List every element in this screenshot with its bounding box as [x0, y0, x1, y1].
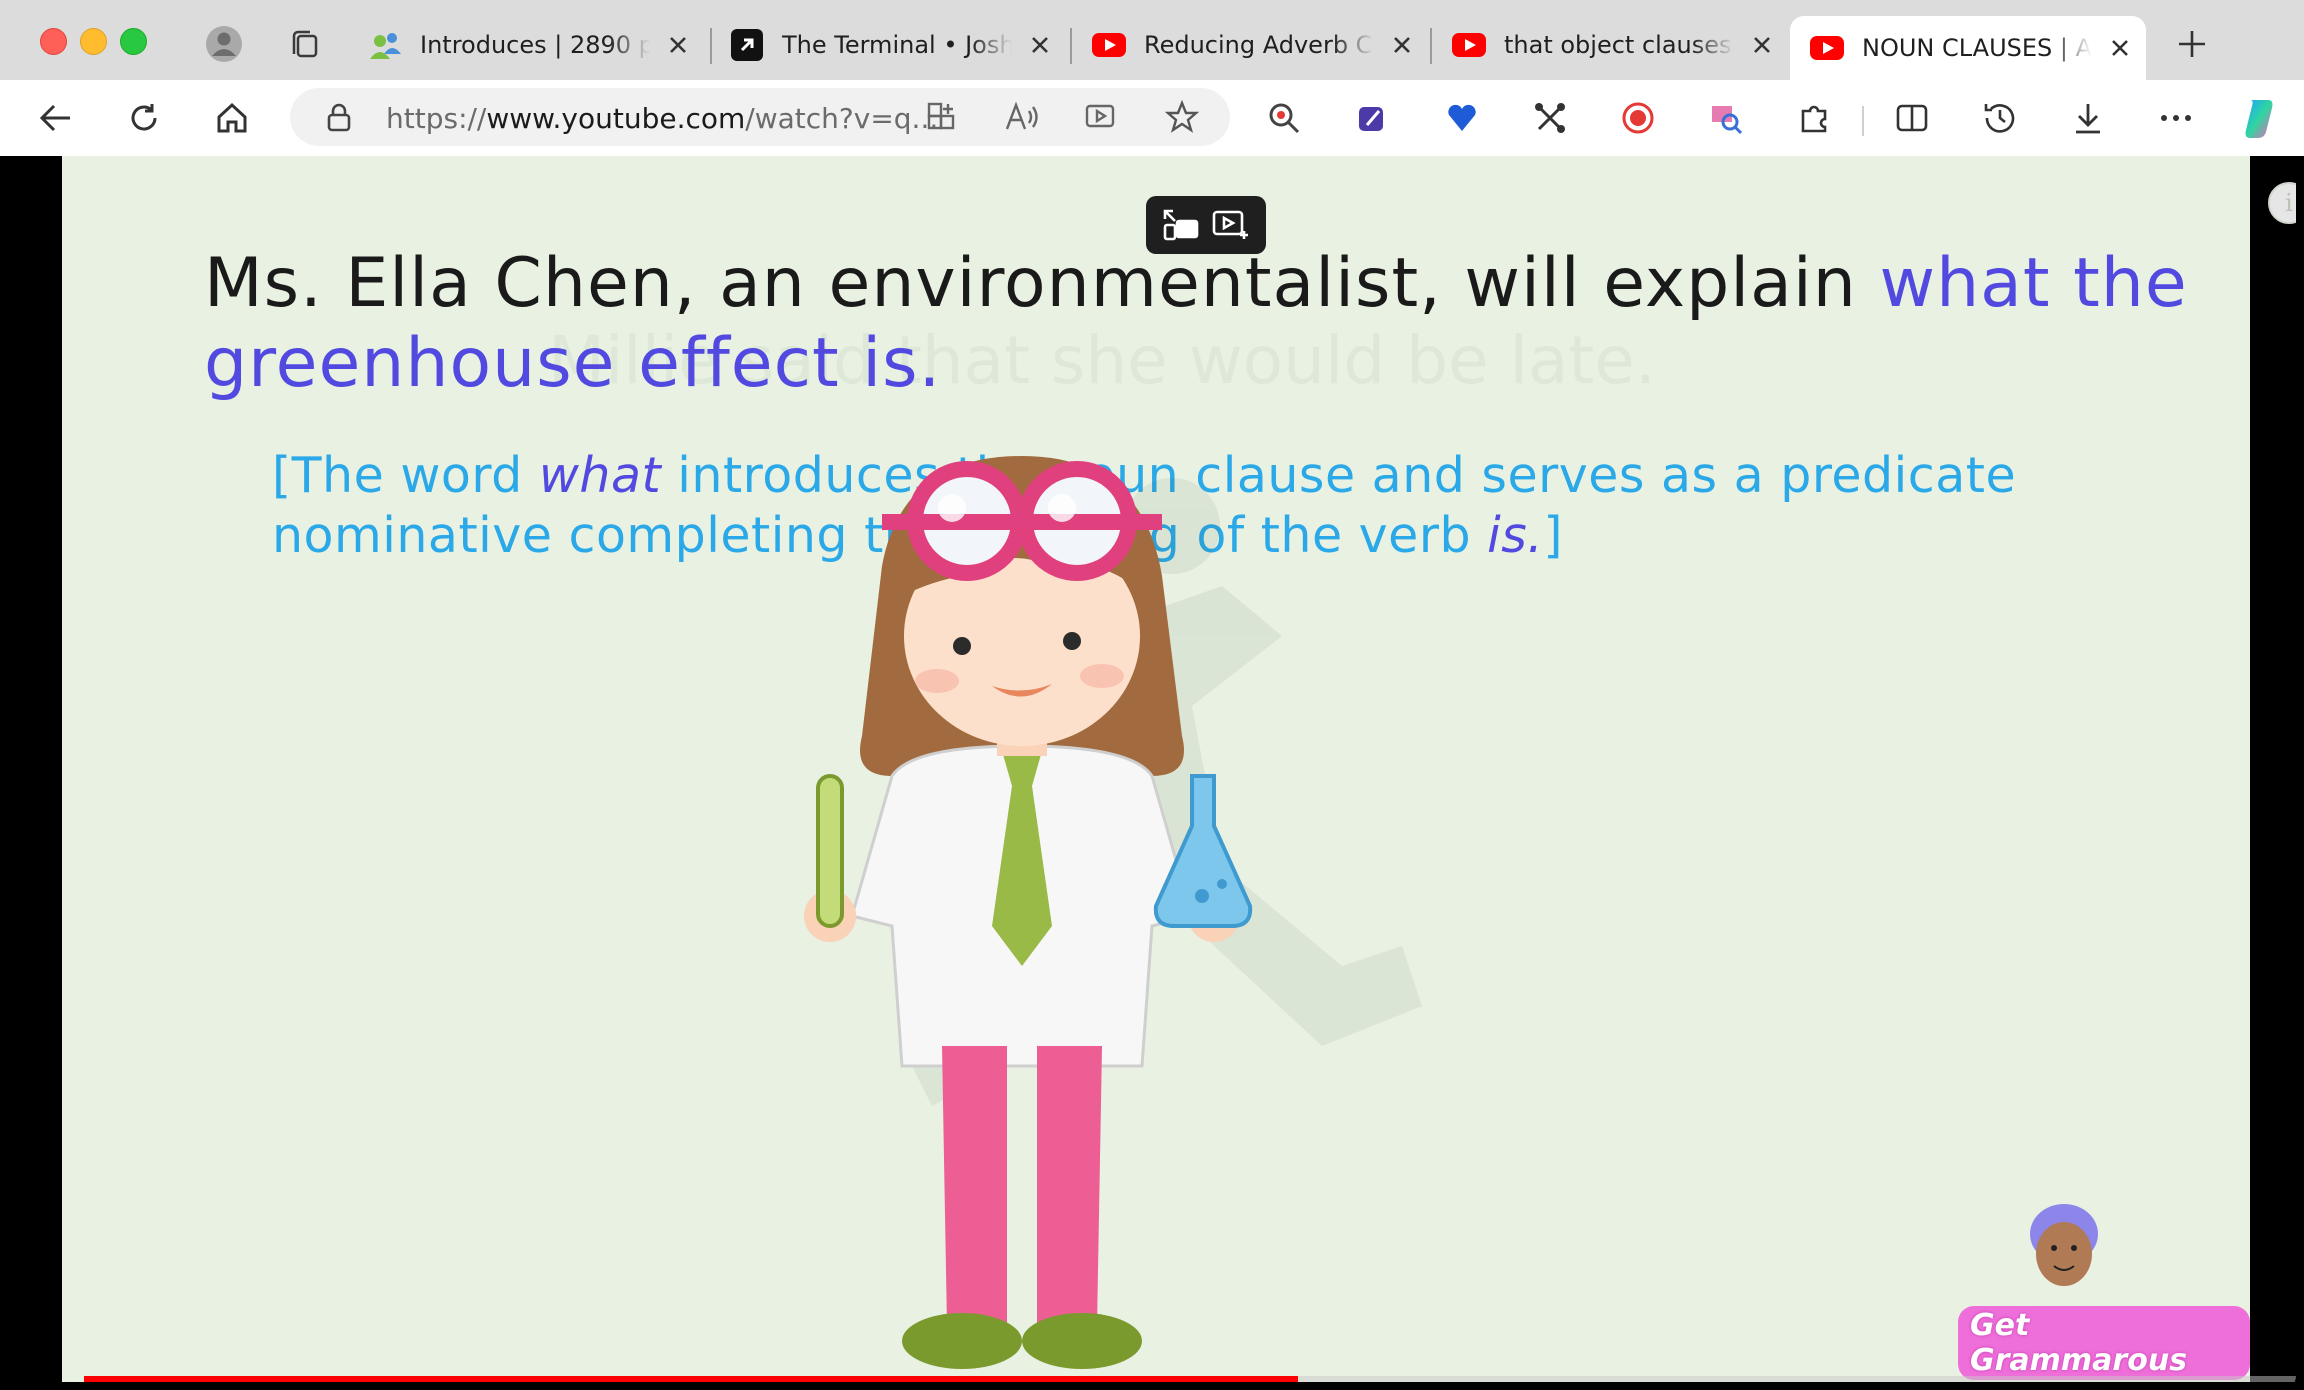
tab-that-object-clauses[interactable]: that object clauses - [1452, 16, 1782, 74]
browser-toolbar: https://www.youtube.com/watch?v=q... [0, 80, 2304, 156]
tab-introduces[interactable]: Introduces | 2890 pr [368, 16, 698, 74]
more-menu-button[interactable] [2154, 96, 2198, 140]
close-window-button[interactable] [40, 28, 67, 55]
workspaces-button[interactable] [282, 22, 326, 66]
tab-noun-clauses[interactable]: NOUN CLAUSES | Ac [1790, 16, 2146, 80]
split-screen-button[interactable] [1890, 96, 1934, 140]
tab-separator [710, 28, 712, 64]
tab-close-button[interactable] [1388, 31, 1416, 59]
tab-title: Reducing Adverb Cla [1144, 31, 1374, 59]
tab-close-button[interactable] [1748, 31, 1776, 59]
video-play-sparkle-icon[interactable] [1211, 207, 1251, 243]
video-play-icon [1085, 104, 1115, 128]
extension-nodes-button[interactable] [1528, 96, 1572, 140]
youtube-icon [1092, 28, 1126, 62]
home-button[interactable] [210, 96, 254, 140]
maximize-window-button[interactable] [120, 28, 147, 55]
tab-title: NOUN CLAUSES | Ac [1862, 34, 2092, 62]
toolbar-divider [1862, 106, 1864, 136]
new-tab-button[interactable] [2170, 22, 2214, 66]
translate-icon [1712, 106, 1743, 135]
extension-heart-button[interactable] [1440, 96, 1484, 140]
minimize-window-button[interactable] [80, 28, 107, 55]
nodes-icon [1535, 103, 1565, 133]
reload-button[interactable] [122, 96, 166, 140]
app-available-button[interactable] [920, 95, 964, 139]
tab-separator [1070, 28, 1072, 64]
video-progress-bar[interactable] [84, 1376, 2296, 1382]
youtube-icon [1452, 28, 1486, 62]
people-icon [368, 28, 402, 62]
keyword-is: is. [1487, 507, 1544, 564]
tab-close-button[interactable] [1026, 31, 1054, 59]
tab-the-terminal[interactable]: The Terminal • Josh [730, 16, 1060, 74]
star-icon [1165, 100, 1199, 133]
media-button[interactable] [1080, 95, 1124, 139]
tab-separator [1430, 28, 1432, 64]
profile-button[interactable] [202, 22, 246, 66]
lock-icon [327, 103, 351, 132]
address-bar[interactable]: https://www.youtube.com/watch?v=q... [290, 88, 1230, 146]
history-icon [1984, 104, 2015, 133]
tab-reducing-adverb[interactable]: Reducing Adverb Cla [1092, 16, 1422, 74]
arrow-icon [730, 28, 764, 62]
extension-search-button[interactable] [1262, 96, 1306, 140]
tab-close-button[interactable] [664, 31, 692, 59]
close-icon [1032, 37, 1048, 53]
youtube-icon [1810, 31, 1844, 65]
video-progress-fill [84, 1376, 1298, 1382]
video-player[interactable]: Millie said that she would be late. Ms. … [62, 156, 2296, 1382]
copilot-icon [2245, 100, 2273, 138]
slide-heading: Ms. Ella Chen, an environmentalist, will… [204, 244, 2188, 403]
extension-translate-button[interactable] [1704, 96, 1748, 140]
pen-note-icon [1359, 107, 1383, 131]
read-aloud-button[interactable] [1000, 95, 1044, 139]
extension-notes-button[interactable] [1350, 96, 1394, 140]
plus-icon [2179, 31, 2205, 57]
read-aloud-icon [1005, 101, 1038, 130]
extensions-button[interactable] [1792, 96, 1836, 140]
video-overlay-controls [1146, 196, 1266, 254]
brand-watermark: Get Grammarous [1958, 1306, 2250, 1380]
puzzle-icon [1801, 105, 1827, 133]
apps-grid-icon [927, 102, 955, 130]
mascot-avatar [2030, 1204, 2098, 1286]
close-icon [2112, 40, 2128, 56]
record-icon [1622, 102, 1654, 134]
reload-icon [131, 104, 157, 131]
close-icon [1754, 37, 1770, 53]
back-button[interactable] [34, 96, 78, 140]
page-viewport: Millie said that she would be late. Ms. … [8, 156, 2296, 1390]
url-text[interactable]: https://www.youtube.com/watch?v=q... [386, 102, 938, 135]
close-icon [1394, 37, 1410, 53]
extension-record-button[interactable] [1616, 96, 1660, 140]
history-button[interactable] [1978, 96, 2022, 140]
copilot-button[interactable] [2238, 96, 2282, 140]
close-icon [670, 37, 686, 53]
favorite-button[interactable] [1160, 95, 1204, 139]
downloads-button[interactable] [2066, 96, 2110, 140]
tab-close-button[interactable] [2106, 34, 2134, 62]
heart-check-icon [1448, 104, 1476, 131]
magnifier-icon [1269, 103, 1300, 134]
tab-title: that object clauses - [1504, 31, 1734, 59]
info-icon[interactable]: i [2268, 182, 2296, 224]
tab-strip: Introduces | 2890 pr The Terminal • Josh… [0, 0, 2304, 80]
more-dots-icon [2161, 115, 2191, 121]
download-icon [2076, 104, 2100, 134]
picture-in-picture-icon[interactable] [1161, 207, 1201, 243]
profile-icon [206, 26, 242, 62]
tab-title: The Terminal • Josh [782, 31, 1012, 59]
split-screen-icon [1896, 104, 1928, 132]
tab-title: Introduces | 2890 pr [420, 31, 650, 59]
workspaces-icon [292, 30, 318, 58]
scientist-girl-illustration [804, 456, 1422, 1369]
back-arrow-icon [39, 104, 70, 132]
home-icon [217, 102, 247, 133]
